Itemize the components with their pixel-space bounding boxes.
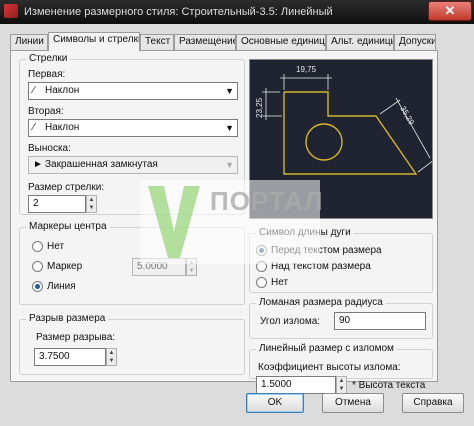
spin-up-icon: ▲ xyxy=(338,378,345,384)
closed-filled-arrow-icon: ► xyxy=(33,159,43,170)
arrow-size-spinner[interactable]: ▲ ▼ xyxy=(86,195,97,213)
chevron-down-icon: ▼ xyxy=(225,160,234,170)
dialog-body: Линии Символы и стрелки Текст Размещение… xyxy=(0,24,474,426)
close-button[interactable]: ✕ xyxy=(428,1,472,21)
spin-down-icon: ▼ xyxy=(88,205,95,211)
jog-height-factor-label: Коэффициент высоты излома: xyxy=(258,362,401,373)
break-size-spinner[interactable]: ▲ ▼ xyxy=(106,348,117,366)
spin-down-icon: ▼ xyxy=(188,268,195,274)
tab-symbols-arrows[interactable]: Символы и стрелки xyxy=(48,32,140,51)
dim-break-group: Разрыв размера Размер разрыва: 3.7500 ▲ ▼ xyxy=(19,313,245,375)
spin-up-icon: ▲ xyxy=(88,197,95,203)
spin-up-icon: ▲ xyxy=(188,260,195,266)
radius-jog-group-title: Ломаная размера радиуса xyxy=(256,297,386,309)
center-marks-group: Маркеры центра Нет Маркер Линия 5.0000 ▲… xyxy=(19,221,245,305)
spin-down-icon: ▼ xyxy=(338,386,345,392)
preview-dim-left: 23,25 xyxy=(255,97,264,118)
chevron-down-icon: ▼ xyxy=(225,123,234,133)
break-size-label: Размер разрыва: xyxy=(36,332,116,343)
leader-arrow-value: Закрашенная замкнутая xyxy=(45,159,158,170)
first-arrow-label: Первая: xyxy=(28,69,66,80)
oblique-tick-icon: ⁄ xyxy=(33,85,35,96)
dimension-preview: 19,75 23,25 35,29 xyxy=(249,59,435,219)
radio-button[interactable] xyxy=(256,245,267,256)
ok-button[interactable]: OK xyxy=(246,393,304,413)
second-arrow-value: Наклон xyxy=(45,122,80,133)
arrowheads-group: Стрелки Первая: ⁄ Наклон ▼ Вторая: ⁄ Накло… xyxy=(19,53,245,215)
break-size-input[interactable]: 3.7500 xyxy=(34,348,106,366)
preview-dim-top: 19,75 xyxy=(296,65,317,74)
center-marks-group-title: Маркеры центра xyxy=(26,221,110,233)
preview-drawing: 19,75 23,25 35,29 xyxy=(255,65,435,175)
linear-jog-group-title: Линейный размер с изломом xyxy=(256,343,397,355)
preview-dim-diagonal: 35,29 xyxy=(398,105,416,127)
jog-height-factor-input[interactable]: 1.5000 xyxy=(256,376,336,394)
spin-up-icon: ▲ xyxy=(108,350,115,356)
help-button[interactable]: Справка xyxy=(402,393,464,413)
tab-lines[interactable]: Линии xyxy=(10,34,48,50)
dim-break-group-title: Разрыв размера xyxy=(26,313,109,325)
jog-height-factor-suffix: * Высота текста xyxy=(352,380,426,391)
arc-length-group: Символ длины дуги Перед текстом размера … xyxy=(249,227,433,293)
window-title: Изменение размерного стиля: Строительный… xyxy=(24,6,333,18)
radius-jog-group: Ломаная размера радиуса Угол излома: 90 xyxy=(249,297,433,339)
autocad-app-icon xyxy=(4,4,18,18)
arc-length-group-title: Символ длины дуги xyxy=(256,227,354,239)
tab-fit[interactable]: Размещение xyxy=(174,34,236,50)
arrowheads-group-title: Стрелки xyxy=(26,53,71,65)
arrow-size-input[interactable]: 2 xyxy=(28,195,86,213)
chevron-down-icon: ▼ xyxy=(225,86,234,96)
leader-arrow-select[interactable]: ► Закрашенная замкнутая ▼ xyxy=(28,156,238,174)
tab-alt-units[interactable]: Альт. единицы xyxy=(326,34,394,50)
radio-button[interactable] xyxy=(32,241,43,252)
radio-button[interactable] xyxy=(32,261,43,272)
jog-height-factor-spinner[interactable]: ▲ ▼ xyxy=(336,376,347,394)
close-icon: ✕ xyxy=(444,3,456,18)
first-arrow-select[interactable]: ⁄ Наклон ▼ xyxy=(28,82,238,100)
preview-outline xyxy=(283,91,418,175)
title-bar: Изменение размерного стиля: Строительный… xyxy=(0,0,474,24)
center-mark-size-spinner[interactable]: ▲ ▼ xyxy=(186,258,197,276)
second-arrow-select[interactable]: ⁄ Наклон ▼ xyxy=(28,119,238,137)
second-arrow-label: Вторая: xyxy=(28,106,64,117)
jog-angle-input[interactable]: 90 xyxy=(334,312,426,330)
first-arrow-value: Наклон xyxy=(45,85,80,96)
oblique-tick-icon: ⁄ xyxy=(33,122,35,133)
cancel-button[interactable]: Отмена xyxy=(322,393,384,413)
radio-button[interactable] xyxy=(32,281,43,292)
tab-tolerances[interactable]: Допуски xyxy=(394,34,436,50)
tab-primary-units[interactable]: Основные единицы xyxy=(236,34,326,50)
jog-angle-label: Угол излома: xyxy=(260,316,321,327)
preview-geometry xyxy=(283,91,418,175)
radio-button[interactable] xyxy=(256,261,267,272)
tab-panel-symbols-arrows: Стрелки Первая: ⁄ Наклон ▼ Вторая: ⁄ Накло… xyxy=(10,50,438,382)
leader-arrow-label: Выноска: xyxy=(28,143,71,154)
center-mark-size-input[interactable]: 5.0000 xyxy=(132,258,186,276)
tab-text[interactable]: Текст xyxy=(140,34,174,50)
arrow-size-label: Размер стрелки: xyxy=(28,182,105,193)
preview-circle xyxy=(305,123,343,161)
spin-down-icon: ▼ xyxy=(108,358,115,364)
radio-button[interactable] xyxy=(256,277,267,288)
